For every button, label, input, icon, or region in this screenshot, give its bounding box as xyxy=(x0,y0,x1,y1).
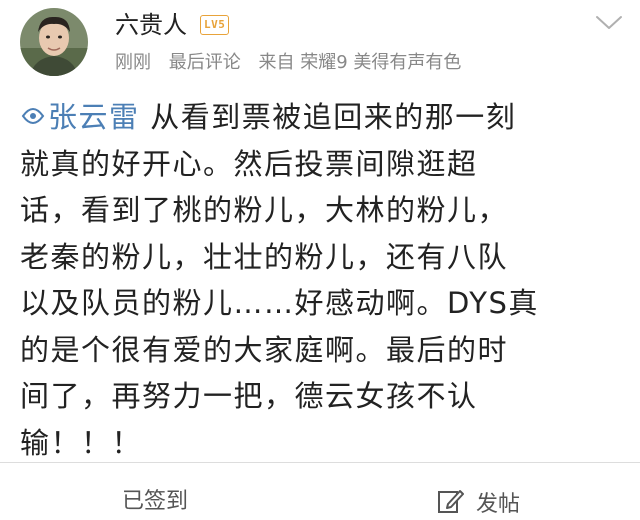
post-text: 从看到票被追回来的那一刻 xyxy=(150,100,517,134)
topic-icon xyxy=(20,103,46,129)
post-line: 的是个很有爱的大家庭啊。最后的时 xyxy=(20,332,509,367)
post-line: 老秦的粉儿，壮壮的粉儿，还有八队 xyxy=(20,239,509,274)
post-button-label: 发帖 xyxy=(476,492,521,517)
post-line: 输！！！ xyxy=(20,425,143,460)
post-line: 话，看到了桃的粉儿，大林的粉儿， xyxy=(20,193,509,227)
bottom-bar: 已签到 发帖 xyxy=(0,462,640,518)
topic-name[interactable]: 张云雷 xyxy=(48,100,140,134)
topic-link[interactable]: 张云雷 xyxy=(20,100,140,134)
post-line: 以及队员的粉儿……好感动啊。DYS真 xyxy=(20,286,539,320)
post-source: 来自 荣耀9 美得有声有色 xyxy=(258,52,462,73)
post-meta: 刚刚 最后评论 来自 荣耀9 美得有声有色 xyxy=(115,52,461,74)
post-line: 间了，再努力一把，德云女孩不认 xyxy=(20,379,478,413)
edit-icon xyxy=(436,487,464,515)
post-line: 就真的好开心。然后投票间隙逛超 xyxy=(20,146,478,181)
post-time: 刚刚 xyxy=(115,52,151,73)
level-badge: LV5 xyxy=(200,15,230,35)
checkin-button[interactable]: 已签到 xyxy=(122,487,188,517)
post-button[interactable]: 发帖 xyxy=(436,487,520,520)
avatar[interactable] xyxy=(20,8,88,76)
post-body: 张云雷 从看到票被追回来的那一刻 就真的好开心。然后投票间隙逛超 话，看到了桃的… xyxy=(20,94,620,466)
post-line: 张云雷 从看到票被追回来的那一刻 xyxy=(20,94,620,141)
post-header: 六贵人 LV5 刚刚 最后评论 来自 荣耀9 美得有声有色 xyxy=(0,0,640,88)
comment-status: 最后评论 xyxy=(168,52,241,73)
chevron-down-icon[interactable] xyxy=(594,12,624,32)
username[interactable]: 六贵人 xyxy=(115,10,187,40)
